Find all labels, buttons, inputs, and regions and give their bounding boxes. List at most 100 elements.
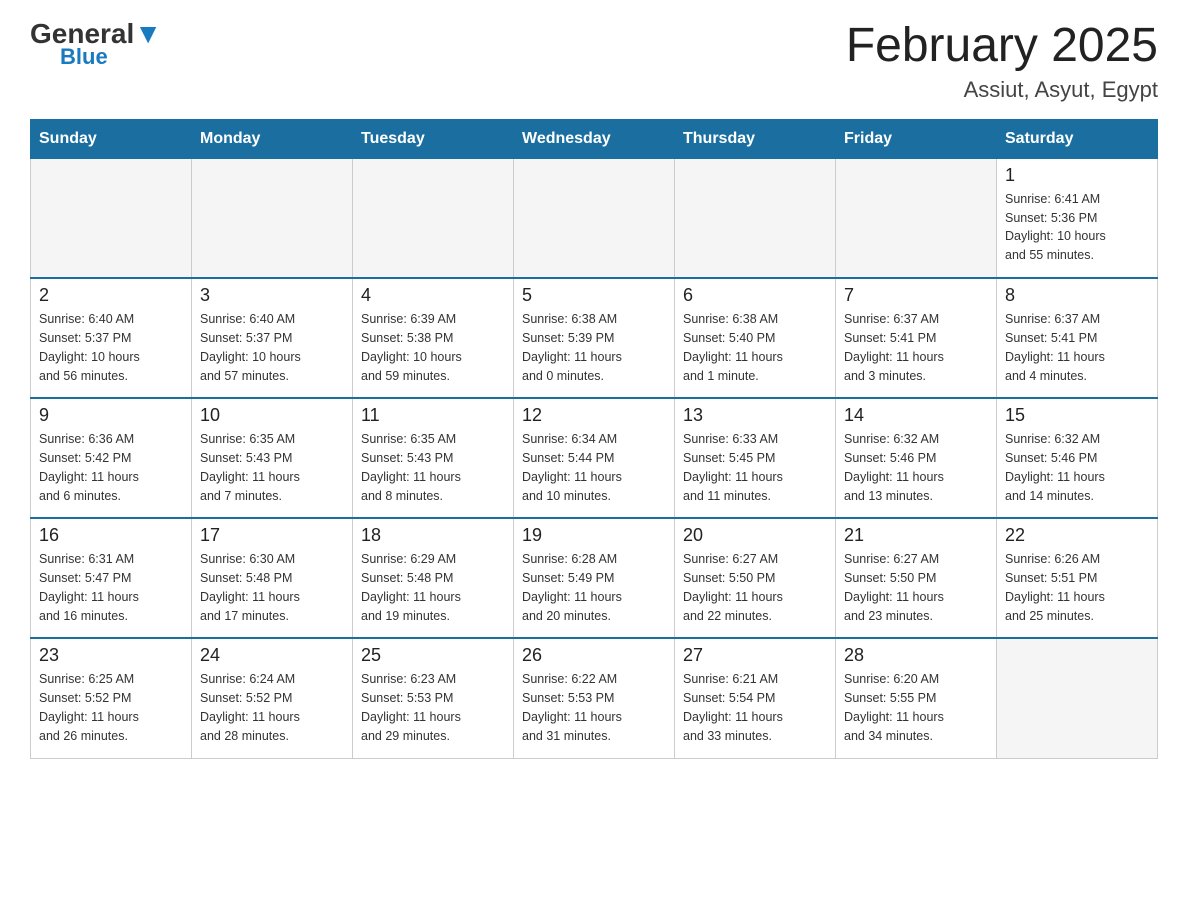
day-info: Sunrise: 6:27 AMSunset: 5:50 PMDaylight:… [683, 550, 827, 625]
day-info: Sunrise: 6:25 AMSunset: 5:52 PMDaylight:… [39, 670, 183, 745]
day-number: 16 [39, 525, 183, 546]
calendar-day-cell [997, 638, 1158, 758]
day-info: Sunrise: 6:20 AMSunset: 5:55 PMDaylight:… [844, 670, 988, 745]
day-number: 4 [361, 285, 505, 306]
day-info: Sunrise: 6:23 AMSunset: 5:53 PMDaylight:… [361, 670, 505, 745]
day-info: Sunrise: 6:24 AMSunset: 5:52 PMDaylight:… [200, 670, 344, 745]
calendar-day-cell [192, 158, 353, 278]
calendar-day-cell [353, 158, 514, 278]
logo-arrow-icon: ▼ [134, 18, 162, 49]
day-number: 28 [844, 645, 988, 666]
day-number: 3 [200, 285, 344, 306]
day-number: 1 [1005, 165, 1149, 186]
page-header: General▼ Blue February 2025 Assiut, Asyu… [30, 20, 1158, 103]
calendar-day-cell: 27 Sunrise: 6:21 AMSunset: 5:54 PMDayligh… [675, 638, 836, 758]
calendar-day-cell: 5 Sunrise: 6:38 AMSunset: 5:39 PMDaylight… [514, 278, 675, 398]
weekday-header-thursday: Thursday [675, 119, 836, 158]
title-block: February 2025 Assiut, Asyut, Egypt [846, 20, 1158, 103]
day-number: 21 [844, 525, 988, 546]
calendar-day-cell: 15 Sunrise: 6:32 AMSunset: 5:46 PMDayligh… [997, 398, 1158, 518]
day-info: Sunrise: 6:29 AMSunset: 5:48 PMDaylight:… [361, 550, 505, 625]
day-info: Sunrise: 6:31 AMSunset: 5:47 PMDaylight:… [39, 550, 183, 625]
day-number: 8 [1005, 285, 1149, 306]
calendar-week-row: 23 Sunrise: 6:25 AMSunset: 5:52 PMDayligh… [31, 638, 1158, 758]
calendar-day-cell: 7 Sunrise: 6:37 AMSunset: 5:41 PMDaylight… [836, 278, 997, 398]
day-number: 24 [200, 645, 344, 666]
weekday-header-tuesday: Tuesday [353, 119, 514, 158]
day-info: Sunrise: 6:37 AMSunset: 5:41 PMDaylight:… [844, 310, 988, 385]
day-number: 5 [522, 285, 666, 306]
calendar-day-cell [514, 158, 675, 278]
calendar-table: SundayMondayTuesdayWednesdayThursdayFrid… [30, 119, 1158, 759]
day-info: Sunrise: 6:36 AMSunset: 5:42 PMDaylight:… [39, 430, 183, 505]
day-number: 12 [522, 405, 666, 426]
calendar-day-cell [836, 158, 997, 278]
logo: General▼ Blue [30, 20, 162, 70]
day-info: Sunrise: 6:28 AMSunset: 5:49 PMDaylight:… [522, 550, 666, 625]
calendar-day-cell: 1 Sunrise: 6:41 AMSunset: 5:36 PMDaylight… [997, 158, 1158, 278]
day-info: Sunrise: 6:40 AMSunset: 5:37 PMDaylight:… [39, 310, 183, 385]
calendar-day-cell: 21 Sunrise: 6:27 AMSunset: 5:50 PMDayligh… [836, 518, 997, 638]
calendar-day-cell: 3 Sunrise: 6:40 AMSunset: 5:37 PMDaylight… [192, 278, 353, 398]
day-info: Sunrise: 6:26 AMSunset: 5:51 PMDaylight:… [1005, 550, 1149, 625]
weekday-header-sunday: Sunday [31, 119, 192, 158]
calendar-day-cell: 4 Sunrise: 6:39 AMSunset: 5:38 PMDaylight… [353, 278, 514, 398]
day-info: Sunrise: 6:21 AMSunset: 5:54 PMDaylight:… [683, 670, 827, 745]
day-number: 25 [361, 645, 505, 666]
calendar-day-cell: 2 Sunrise: 6:40 AMSunset: 5:37 PMDaylight… [31, 278, 192, 398]
calendar-day-cell: 18 Sunrise: 6:29 AMSunset: 5:48 PMDayligh… [353, 518, 514, 638]
day-number: 2 [39, 285, 183, 306]
calendar-day-cell: 12Sunrise: 6:34 AMSunset: 5:44 PMDayligh… [514, 398, 675, 518]
day-number: 11 [361, 405, 505, 426]
calendar-day-cell: 19 Sunrise: 6:28 AMSunset: 5:49 PMDayligh… [514, 518, 675, 638]
location-title: Assiut, Asyut, Egypt [846, 77, 1158, 103]
day-info: Sunrise: 6:22 AMSunset: 5:53 PMDaylight:… [522, 670, 666, 745]
day-number: 7 [844, 285, 988, 306]
day-info: Sunrise: 6:38 AMSunset: 5:39 PMDaylight:… [522, 310, 666, 385]
day-number: 14 [844, 405, 988, 426]
day-info: Sunrise: 6:40 AMSunset: 5:37 PMDaylight:… [200, 310, 344, 385]
day-number: 20 [683, 525, 827, 546]
weekday-header-wednesday: Wednesday [514, 119, 675, 158]
day-number: 27 [683, 645, 827, 666]
calendar-day-cell: 8Sunrise: 6:37 AMSunset: 5:41 PMDaylight… [997, 278, 1158, 398]
calendar-week-row: 2 Sunrise: 6:40 AMSunset: 5:37 PMDaylight… [31, 278, 1158, 398]
day-info: Sunrise: 6:39 AMSunset: 5:38 PMDaylight:… [361, 310, 505, 385]
day-number: 26 [522, 645, 666, 666]
calendar-week-row: 1 Sunrise: 6:41 AMSunset: 5:36 PMDaylight… [31, 158, 1158, 278]
day-number: 15 [1005, 405, 1149, 426]
calendar-day-cell: 13 Sunrise: 6:33 AMSunset: 5:45 PMDayligh… [675, 398, 836, 518]
calendar-day-cell: 9 Sunrise: 6:36 AMSunset: 5:42 PMDaylight… [31, 398, 192, 518]
day-number: 13 [683, 405, 827, 426]
day-info: Sunrise: 6:32 AMSunset: 5:46 PMDaylight:… [844, 430, 988, 505]
calendar-day-cell: 6Sunrise: 6:38 AMSunset: 5:40 PMDaylight… [675, 278, 836, 398]
calendar-day-cell [31, 158, 192, 278]
calendar-day-cell: 16 Sunrise: 6:31 AMSunset: 5:47 PMDayligh… [31, 518, 192, 638]
calendar-day-cell: 24 Sunrise: 6:24 AMSunset: 5:52 PMDayligh… [192, 638, 353, 758]
month-title: February 2025 [846, 20, 1158, 73]
day-info: Sunrise: 6:27 AMSunset: 5:50 PMDaylight:… [844, 550, 988, 625]
day-number: 9 [39, 405, 183, 426]
weekday-header-saturday: Saturday [997, 119, 1158, 158]
day-number: 18 [361, 525, 505, 546]
day-info: Sunrise: 6:35 AMSunset: 5:43 PMDaylight:… [200, 430, 344, 505]
day-number: 23 [39, 645, 183, 666]
calendar-day-cell: 14 Sunrise: 6:32 AMSunset: 5:46 PMDayligh… [836, 398, 997, 518]
day-info: Sunrise: 6:32 AMSunset: 5:46 PMDaylight:… [1005, 430, 1149, 505]
calendar-day-cell: 26 Sunrise: 6:22 AMSunset: 5:53 PMDayligh… [514, 638, 675, 758]
day-number: 17 [200, 525, 344, 546]
calendar-day-cell: 20 Sunrise: 6:27 AMSunset: 5:50 PMDayligh… [675, 518, 836, 638]
day-info: Sunrise: 6:41 AMSunset: 5:36 PMDaylight:… [1005, 190, 1149, 265]
weekday-header-monday: Monday [192, 119, 353, 158]
calendar-day-cell: 11Sunrise: 6:35 AMSunset: 5:43 PMDayligh… [353, 398, 514, 518]
day-number: 19 [522, 525, 666, 546]
calendar-week-row: 9 Sunrise: 6:36 AMSunset: 5:42 PMDaylight… [31, 398, 1158, 518]
day-info: Sunrise: 6:38 AMSunset: 5:40 PMDaylight:… [683, 310, 827, 385]
logo-blue-text: Blue [60, 44, 108, 70]
calendar-day-cell: 22Sunrise: 6:26 AMSunset: 5:51 PMDayligh… [997, 518, 1158, 638]
calendar-day-cell: 28 Sunrise: 6:20 AMSunset: 5:55 PMDayligh… [836, 638, 997, 758]
day-info: Sunrise: 6:33 AMSunset: 5:45 PMDaylight:… [683, 430, 827, 505]
weekday-header-friday: Friday [836, 119, 997, 158]
calendar-day-cell [675, 158, 836, 278]
calendar-day-cell: 17Sunrise: 6:30 AMSunset: 5:48 PMDayligh… [192, 518, 353, 638]
